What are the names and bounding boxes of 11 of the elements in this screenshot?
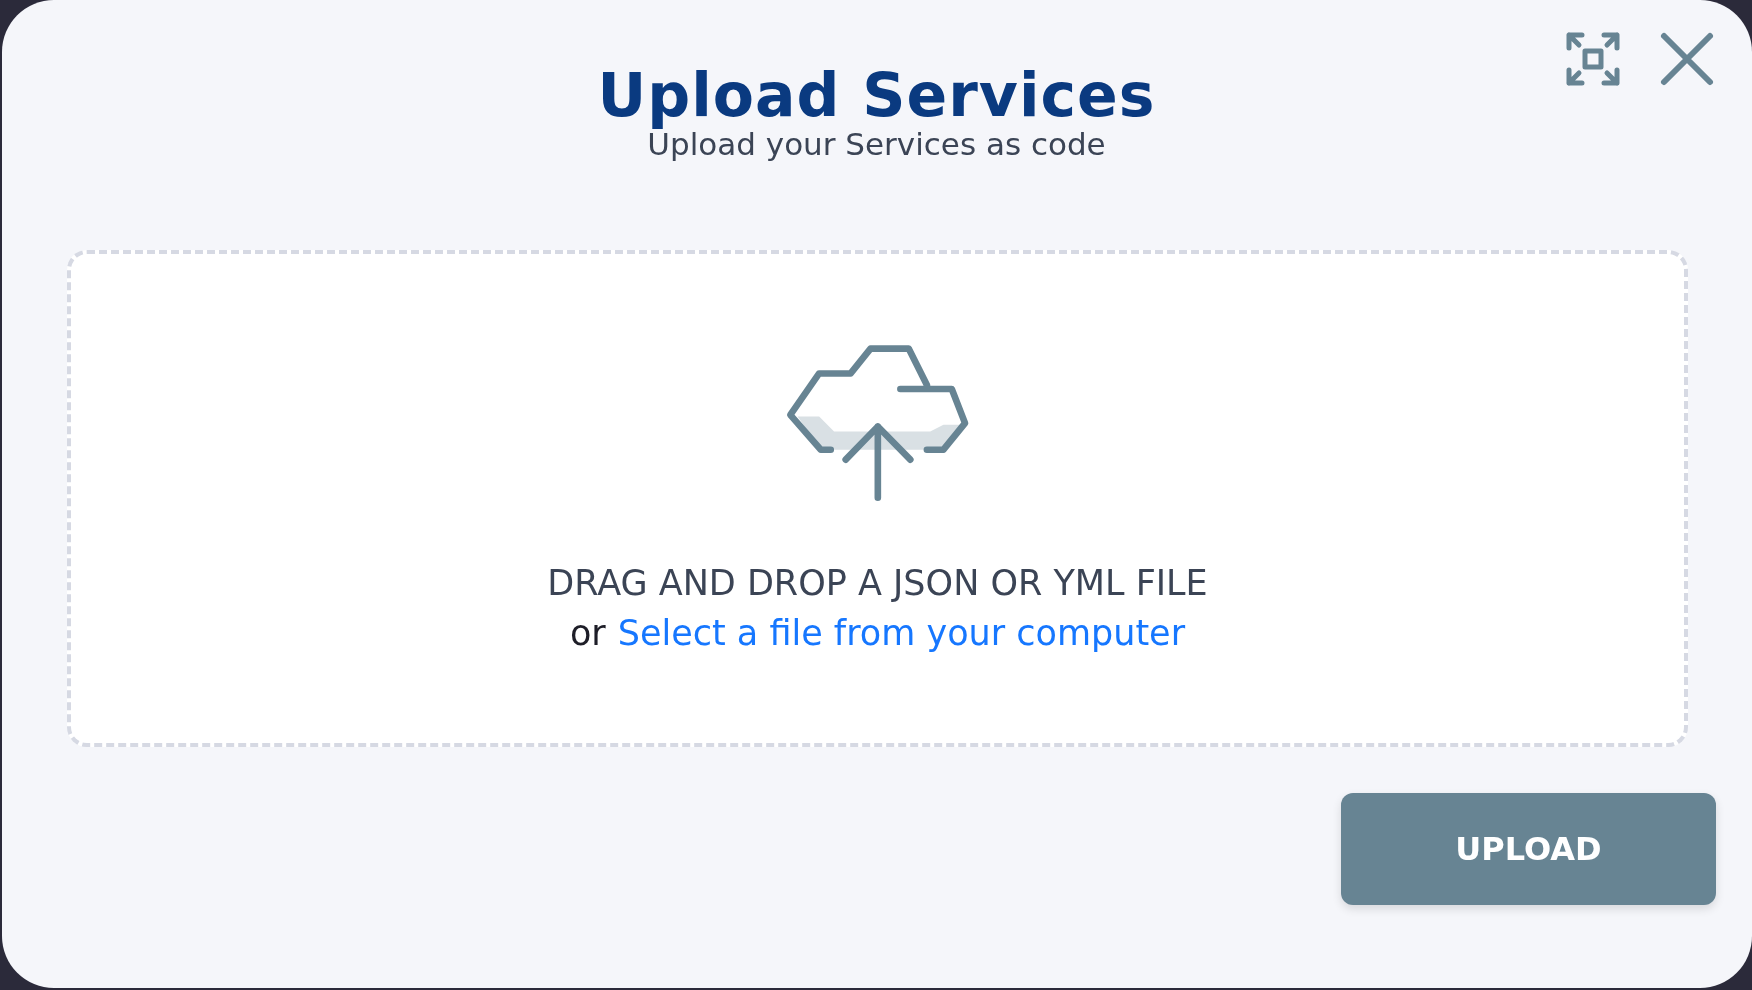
close-button[interactable]	[1658, 30, 1716, 88]
dialog-title: Upload Services	[597, 62, 1156, 128]
select-file-link[interactable]: Select a file from your computer	[617, 612, 1186, 653]
fullscreen-button[interactable]	[1564, 30, 1622, 88]
or-label: or	[569, 612, 606, 653]
drop-instruction: DRAG AND DROP A JSON OR YML FILE	[547, 562, 1208, 603]
close-icon	[1659, 31, 1715, 87]
dropzone[interactable]: DRAG AND DROP A JSON OR YML FILE or Select a file from your computer	[67, 250, 1688, 747]
expand-icon	[1565, 31, 1621, 87]
upload-button[interactable]: UPLOAD	[1341, 793, 1716, 905]
cloud-upload-icon	[785, 344, 970, 503]
